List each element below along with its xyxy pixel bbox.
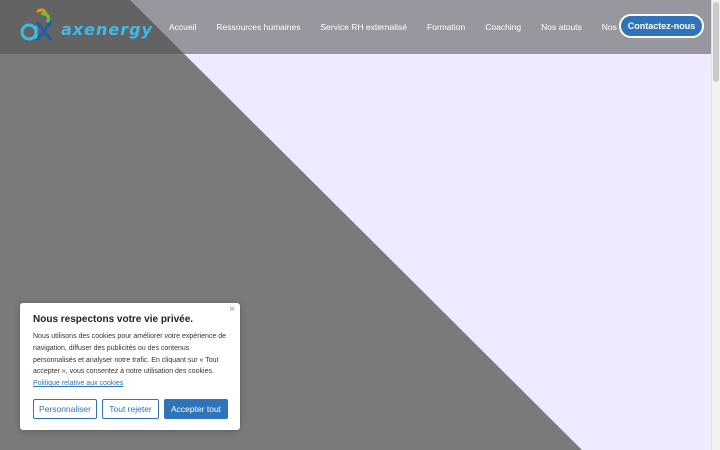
contact-button[interactable]: Contactez-nous — [619, 14, 704, 38]
cookie-policy-link[interactable]: Politique relative aux cookies — [33, 380, 123, 387]
nav-formation[interactable]: Formation — [427, 22, 465, 32]
cookie-text: Nous utilisons des cookies pour améliore… — [33, 331, 227, 390]
nav-nos-atouts[interactable]: Nos atouts — [541, 22, 582, 32]
nav-ressources-humaines[interactable]: Ressources humaines — [216, 22, 300, 32]
nav-service-rh-externalise[interactable]: Service RH externalisé — [321, 22, 407, 32]
reject-all-button[interactable]: Tout rejeter — [102, 399, 159, 419]
brand-name: axenergy — [61, 20, 153, 39]
brand-logo[interactable]: axenergy — [17, 6, 152, 48]
cookie-title: Nous respectons votre vie privée. — [33, 314, 194, 325]
main-nav: Accueil Ressources humaines Service RH e… — [160, 0, 658, 54]
cookie-banner: × Nous respectons votre vie privée. Nous… — [20, 303, 240, 430]
close-icon[interactable]: × — [229, 304, 235, 315]
cookie-buttons: Personnaliser Tout rejeter Accepter tout — [33, 399, 233, 419]
accept-all-button[interactable]: Accepter tout — [164, 399, 228, 419]
site-header: axenergy Accueil Ressources humaines Ser… — [0, 0, 712, 54]
nav-coaching[interactable]: Coaching — [485, 22, 521, 32]
nav-accueil[interactable]: Accueil — [169, 22, 196, 32]
customize-button[interactable]: Personnaliser — [33, 399, 97, 419]
cookie-description: Nous utilisons des cookies pour améliore… — [33, 333, 226, 376]
page: axenergy Accueil Ressources humaines Ser… — [0, 0, 720, 450]
scrollbar[interactable] — [711, 0, 720, 450]
scrollbar-thumb[interactable] — [713, 2, 719, 82]
